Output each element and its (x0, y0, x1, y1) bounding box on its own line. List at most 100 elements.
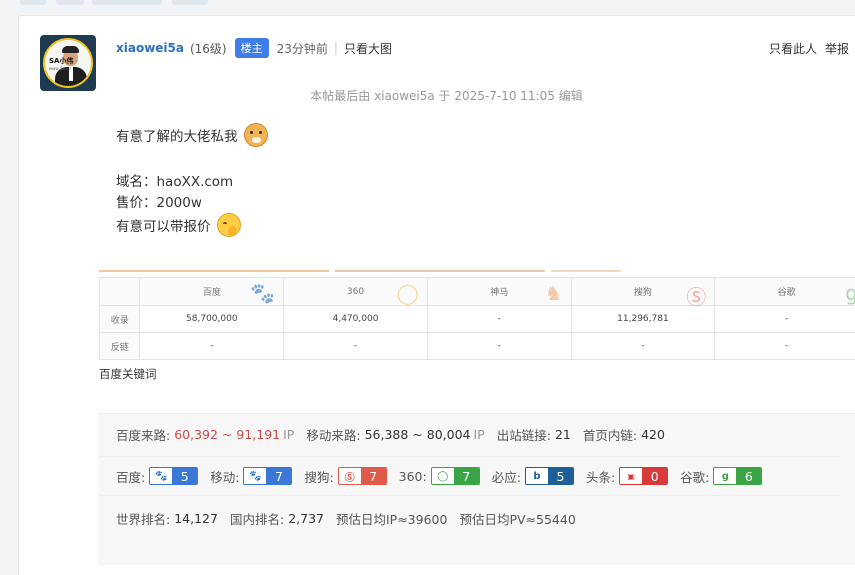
baidu-traffic-value: 60,392 ~ 91,191 (174, 426, 281, 442)
pray-emoji-icon (216, 213, 241, 237)
post-text: 有意了解的大佬私我 (116, 128, 238, 145)
avatar-subtext: www.5a.co (49, 66, 71, 71)
table-cell: 4,470,000 (283, 305, 428, 333)
paw-icon: 🐾 (250, 281, 276, 305)
author-level: (16级) (189, 41, 227, 56)
weight-label: 移动: (210, 469, 240, 485)
table-cell: - (283, 332, 428, 360)
divider: | (333, 41, 338, 55)
engine-header-baidu: 百度 🐾 (139, 277, 285, 306)
sogou-icon: Ⓢ (338, 468, 361, 484)
ip-unit: IP (473, 426, 485, 442)
engine-header-sogou: 搜狗 Ⓢ (570, 277, 716, 309)
world-rank-label: 世界排名: (116, 511, 171, 527)
keywords-label: 百度关键词 (99, 367, 157, 381)
top-tab-strip (0, 0, 855, 10)
engine-header-360: 360 ◯ (283, 277, 428, 306)
table-row: 反链 - - - - - (98, 332, 855, 360)
table-cell: - (570, 332, 716, 360)
price-text: 售价：2000w (116, 194, 202, 211)
daily-pv-estimate: 预估日均PV≈55440 (459, 511, 576, 527)
engine-name: 360 (346, 286, 365, 297)
toutiao-icon: ▣ (620, 468, 643, 484)
post-line: 售价：2000w (116, 190, 268, 211)
doge-emoji-icon (243, 122, 268, 147)
outbound-label: 出站链接: (496, 427, 551, 443)
post-actions: 只看此人 举报 (769, 38, 849, 58)
sogou-weight-badge[interactable]: Ⓢ 7 (337, 467, 387, 485)
author-line: xiaowei5a (16级) 楼主 23分钟前 | 只看大图 (116, 38, 392, 58)
weight-label: 头条: (585, 469, 616, 485)
table-cell: - (714, 332, 855, 360)
weight-value: 6 (736, 468, 762, 484)
google-weight-badge[interactable]: g 6 (713, 467, 763, 485)
top-bar-segment (335, 270, 545, 272)
mobile-weight-badge[interactable]: 🐾 7 (243, 467, 293, 485)
engine-name: 搜狗 (633, 288, 652, 298)
seo-table-header: 百度 🐾 360 ◯ 神马 ♞ 搜狗 Ⓢ 谷歌 g (98, 277, 855, 309)
avatar[interactable]: SA小伟 www.5a.co (40, 35, 96, 91)
mobile-traffic-label: 移动来路: (306, 427, 361, 443)
engine-name: 百度 (202, 288, 221, 298)
row-label: 反链 (98, 332, 141, 360)
weight-label: 360: (398, 468, 427, 484)
weight-label: 搜狗: (304, 469, 334, 485)
top-tab-stub[interactable] (20, 0, 46, 5)
top-tab-stub[interactable] (92, 0, 162, 5)
avatar-hair (62, 46, 79, 53)
baidu-weight-badge[interactable]: 🐾 5 (149, 467, 199, 485)
table-cell: 58,700,000 (139, 305, 285, 333)
weight-label: 百度: (116, 469, 146, 485)
weight-label: 谷歌: (680, 469, 710, 485)
baidu-traffic-label: 百度来路: (116, 427, 171, 443)
avatar-ring: SA小伟 www.5a.co (43, 38, 93, 88)
circle-q-icon: ◯ (396, 281, 419, 305)
weight-value: 0 (642, 468, 668, 484)
table-cell: - (714, 305, 855, 333)
toutiao-weight-badge[interactable]: ▣ 0 (619, 467, 669, 485)
table-cell: - (426, 305, 572, 333)
top-bar-segment (99, 270, 329, 272)
view-big-image-link[interactable]: 只看大图 (344, 40, 392, 57)
bing-weight-badge[interactable]: b 5 (524, 467, 574, 485)
google-icon: g (714, 468, 737, 484)
homepage-links-value: 420 (641, 426, 665, 442)
weight-label: 必应: (491, 469, 521, 485)
top-tab-stub[interactable] (172, 0, 208, 5)
weights-row: 百度: 🐾 5 移动: 🐾 7 搜狗: Ⓢ 7 360: ◯ 7 必应: b 5… (98, 456, 840, 496)
google-g-icon: g (845, 281, 855, 305)
sogou-s-icon: Ⓢ (686, 285, 707, 309)
360-icon: ◯ (431, 468, 454, 484)
table-top-bar (99, 270, 735, 273)
360-weight-badge[interactable]: ◯ 7 (430, 467, 480, 485)
engine-name: 谷歌 (777, 288, 796, 298)
weight-value: 7 (266, 468, 292, 484)
mobile-traffic-value: 56,388 ~ 80,004 (364, 426, 471, 442)
post-time: 23分钟前 (276, 41, 328, 56)
corner-cell (98, 277, 141, 306)
engine-header-shenma: 神马 ♞ (426, 277, 572, 306)
weight-value: 7 (360, 468, 386, 484)
author-name-link[interactable]: xiaowei5a (116, 41, 184, 55)
domestic-rank-value: 2,737 (288, 510, 324, 526)
weight-value: 5 (172, 468, 198, 484)
table-cell: - (139, 332, 285, 360)
top-tab-stub[interactable] (56, 0, 84, 5)
traffic-row: 百度来路: 60,392 ~ 91,191 IP 移动来路: 56,388 ~ … (116, 414, 665, 454)
top-bar-segment (551, 270, 621, 272)
report-link[interactable]: 举报 (825, 40, 849, 57)
post-line: 有意了解的大佬私我 (116, 122, 268, 147)
ip-unit: IP (283, 426, 295, 442)
table-cell: - (426, 332, 572, 360)
edit-note: 本帖最后由 xiaowei5a 于 2025-7-10 11:05 编辑 (310, 89, 583, 103)
only-this-user-link[interactable]: 只看此人 (769, 40, 817, 57)
homepage-links-label: 首页内链: (582, 427, 638, 443)
domestic-rank-label: 国内排名: (229, 511, 285, 527)
stats-box: 百度来路: 60,392 ~ 91,191 IP 移动来路: 56,388 ~ … (98, 413, 855, 565)
world-rank-value: 14,127 (174, 510, 218, 526)
table-row: 收录 58,700,000 4,470,000 - 11,296,781 - (98, 305, 855, 333)
post-line: 有意可以带报价 (116, 211, 268, 239)
row-label: 收录 (98, 305, 141, 333)
domain-text: 域名：haoXX.com (116, 173, 234, 190)
